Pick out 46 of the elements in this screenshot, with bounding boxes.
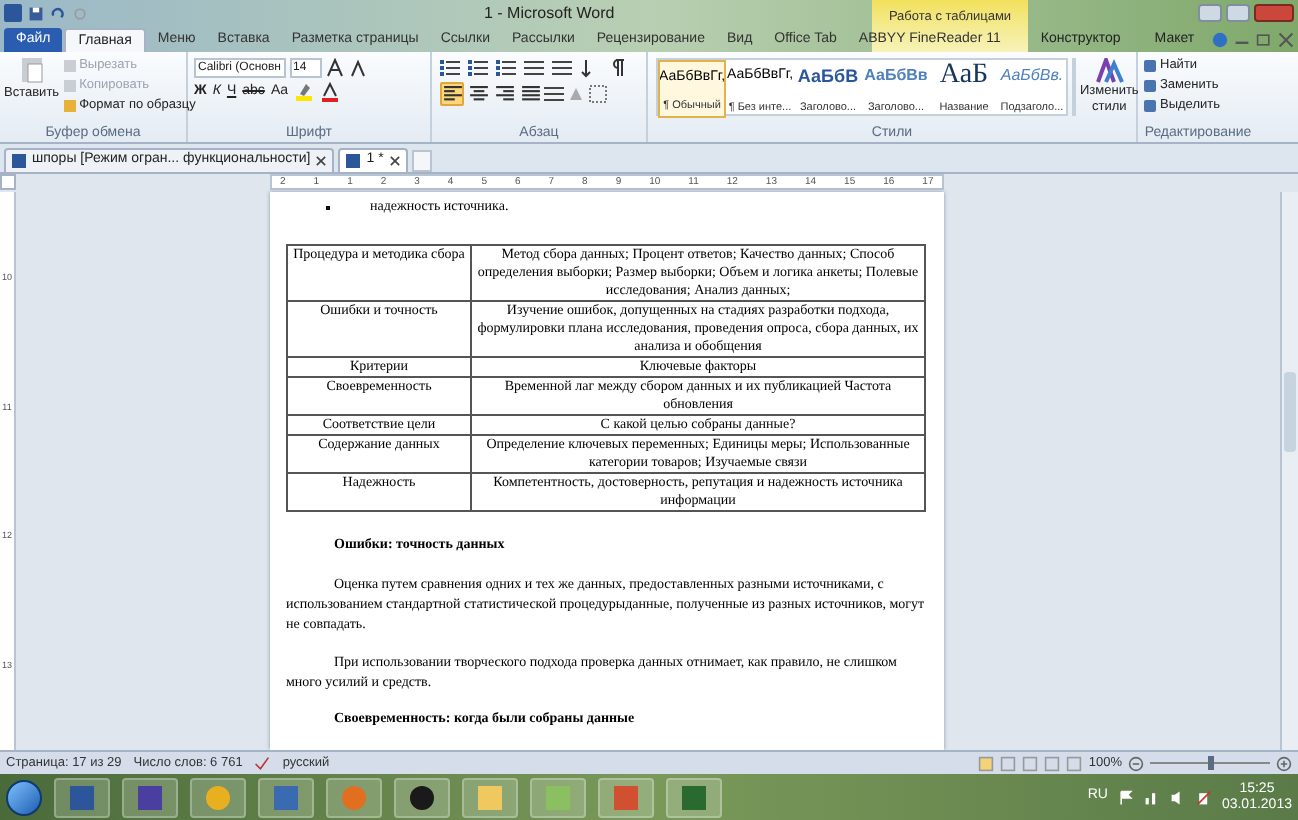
network-icon[interactable] xyxy=(1143,789,1160,805)
font-color-icon[interactable] xyxy=(320,82,340,102)
close-button[interactable] xyxy=(1254,4,1294,22)
styles-icon xyxy=(1095,58,1124,84)
restore-icon[interactable] xyxy=(1256,32,1273,48)
highlight-icon[interactable] xyxy=(294,82,314,102)
align-button[interactable] xyxy=(440,82,464,106)
zoom-in-icon[interactable] xyxy=(1276,755,1292,771)
gallery-scrollbar[interactable] xyxy=(1072,58,1076,116)
minimize-button[interactable] xyxy=(1198,4,1222,22)
align-button[interactable] xyxy=(466,82,490,106)
shrink-font-icon[interactable] xyxy=(349,58,369,78)
ruler-toggle-icon[interactable] xyxy=(0,174,16,190)
close-icon[interactable] xyxy=(316,156,327,166)
vertical-scrollbar[interactable] xyxy=(1280,192,1298,750)
zoom-thumb[interactable] xyxy=(1207,756,1213,770)
numbered-list-icon[interactable] xyxy=(468,58,488,78)
align-button[interactable] xyxy=(518,82,542,106)
bullet-list-icon[interactable] xyxy=(440,58,460,78)
increase-indent-icon[interactable] xyxy=(552,58,572,78)
web-layout-icon[interactable] xyxy=(1022,755,1039,771)
close-icon[interactable] xyxy=(389,156,400,166)
maximize-button[interactable] xyxy=(1226,4,1250,22)
save-icon[interactable] xyxy=(28,5,44,21)
align-button[interactable] xyxy=(492,82,516,106)
line-spacing-icon[interactable] xyxy=(544,84,564,104)
print-layout-icon[interactable] xyxy=(978,755,995,771)
grow-font-icon[interactable] xyxy=(325,58,345,78)
undo-icon[interactable] xyxy=(50,5,66,21)
outline-icon[interactable] xyxy=(1044,755,1061,771)
start-button[interactable] xyxy=(6,779,42,815)
reading-layout-icon[interactable] xyxy=(1000,755,1017,771)
help-icon[interactable] xyxy=(1212,32,1229,48)
multilevel-list-icon[interactable] xyxy=(496,58,516,78)
scrollbar-thumb[interactable] xyxy=(1284,372,1296,452)
flag-icon[interactable] xyxy=(1117,789,1134,805)
window-title: 1 - Microsoft Word xyxy=(484,1,615,25)
clipboard-icon xyxy=(17,56,46,84)
spellcheck-icon[interactable] xyxy=(254,755,271,771)
borders-icon[interactable] xyxy=(588,84,608,104)
pilcrow-icon[interactable] xyxy=(608,58,628,78)
draft-icon[interactable] xyxy=(1066,755,1083,771)
app-icon[interactable] xyxy=(682,785,706,809)
speaker-icon[interactable] xyxy=(1169,789,1186,805)
decrease-indent-icon[interactable] xyxy=(524,58,544,78)
zoom-out-icon[interactable] xyxy=(1128,755,1144,771)
